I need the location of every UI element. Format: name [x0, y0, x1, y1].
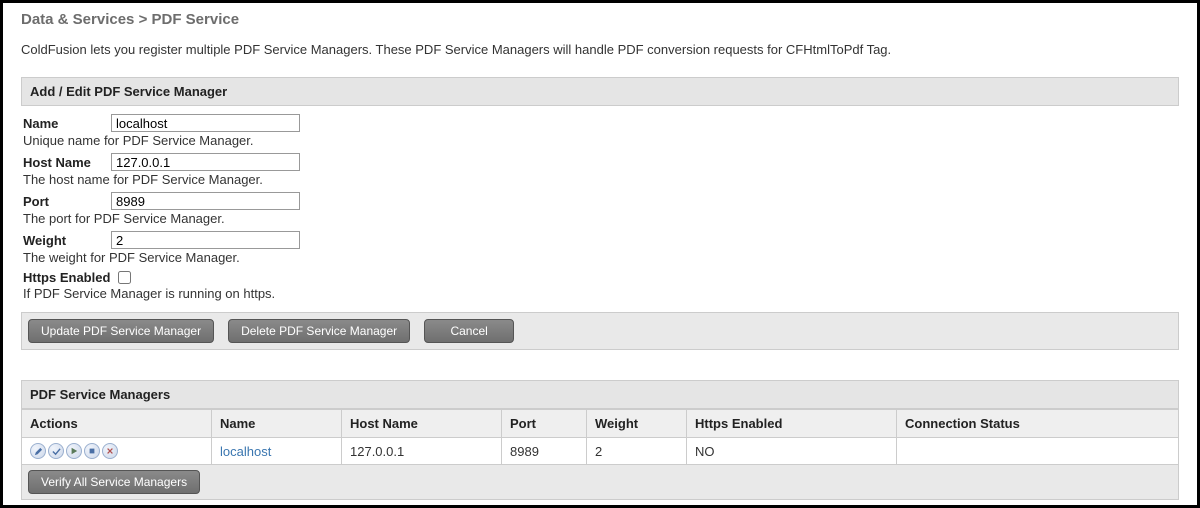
form-button-bar: Update PDF Service Manager Delete PDF Se…: [21, 312, 1179, 350]
breadcrumb: Data & Services > PDF Service: [21, 11, 1179, 28]
row-actions: [30, 443, 203, 459]
form-section-header: Add / Edit PDF Service Manager: [21, 77, 1179, 106]
weight-help: The weight for PDF Service Manager.: [23, 250, 1177, 265]
weight-label: Weight: [23, 233, 111, 248]
https-help: If PDF Service Manager is running on htt…: [23, 286, 1177, 301]
play-icon[interactable]: [66, 443, 82, 459]
row-weight: 2: [587, 438, 687, 465]
edit-icon[interactable]: [30, 443, 46, 459]
hostname-label: Host Name: [23, 155, 111, 170]
port-label: Port: [23, 194, 111, 209]
port-input[interactable]: [111, 192, 300, 210]
app-frame: Data & Services > PDF Service ColdFusion…: [0, 0, 1200, 508]
col-actions: Actions: [22, 410, 212, 438]
col-port: Port: [502, 410, 587, 438]
row-hostname: 127.0.0.1: [342, 438, 502, 465]
list-button-bar: Verify All Service Managers: [21, 465, 1179, 500]
row-port: 8989: [502, 438, 587, 465]
form-area: Name Unique name for PDF Service Manager…: [21, 106, 1179, 312]
name-help: Unique name for PDF Service Manager.: [23, 133, 1177, 148]
https-label: Https Enabled: [23, 270, 110, 285]
verify-icon[interactable]: [48, 443, 64, 459]
col-name: Name: [212, 410, 342, 438]
col-https: Https Enabled: [687, 410, 897, 438]
port-help: The port for PDF Service Manager.: [23, 211, 1177, 226]
update-button[interactable]: Update PDF Service Manager: [28, 319, 214, 343]
hostname-help: The host name for PDF Service Manager.: [23, 172, 1177, 187]
row-https: NO: [687, 438, 897, 465]
list-section-header: PDF Service Managers: [21, 380, 1179, 409]
stop-icon[interactable]: [84, 443, 100, 459]
col-weight: Weight: [587, 410, 687, 438]
hostname-input[interactable]: [111, 153, 300, 171]
cancel-button[interactable]: Cancel: [424, 319, 514, 343]
row-name-link[interactable]: localhost: [220, 444, 271, 459]
service-managers-table: Actions Name Host Name Port Weight Https…: [21, 409, 1179, 465]
row-status: [897, 438, 1179, 465]
col-hostname: Host Name: [342, 410, 502, 438]
col-status: Connection Status: [897, 410, 1179, 438]
table-row: localhost 127.0.0.1 8989 2 NO: [22, 438, 1179, 465]
verify-all-button[interactable]: Verify All Service Managers: [28, 470, 200, 494]
delete-button[interactable]: Delete PDF Service Manager: [228, 319, 410, 343]
weight-input[interactable]: [111, 231, 300, 249]
name-label: Name: [23, 116, 111, 131]
page-description: ColdFusion lets you register multiple PD…: [21, 42, 1179, 57]
delete-icon[interactable]: [102, 443, 118, 459]
name-input[interactable]: [111, 114, 300, 132]
https-checkbox[interactable]: [118, 271, 131, 284]
